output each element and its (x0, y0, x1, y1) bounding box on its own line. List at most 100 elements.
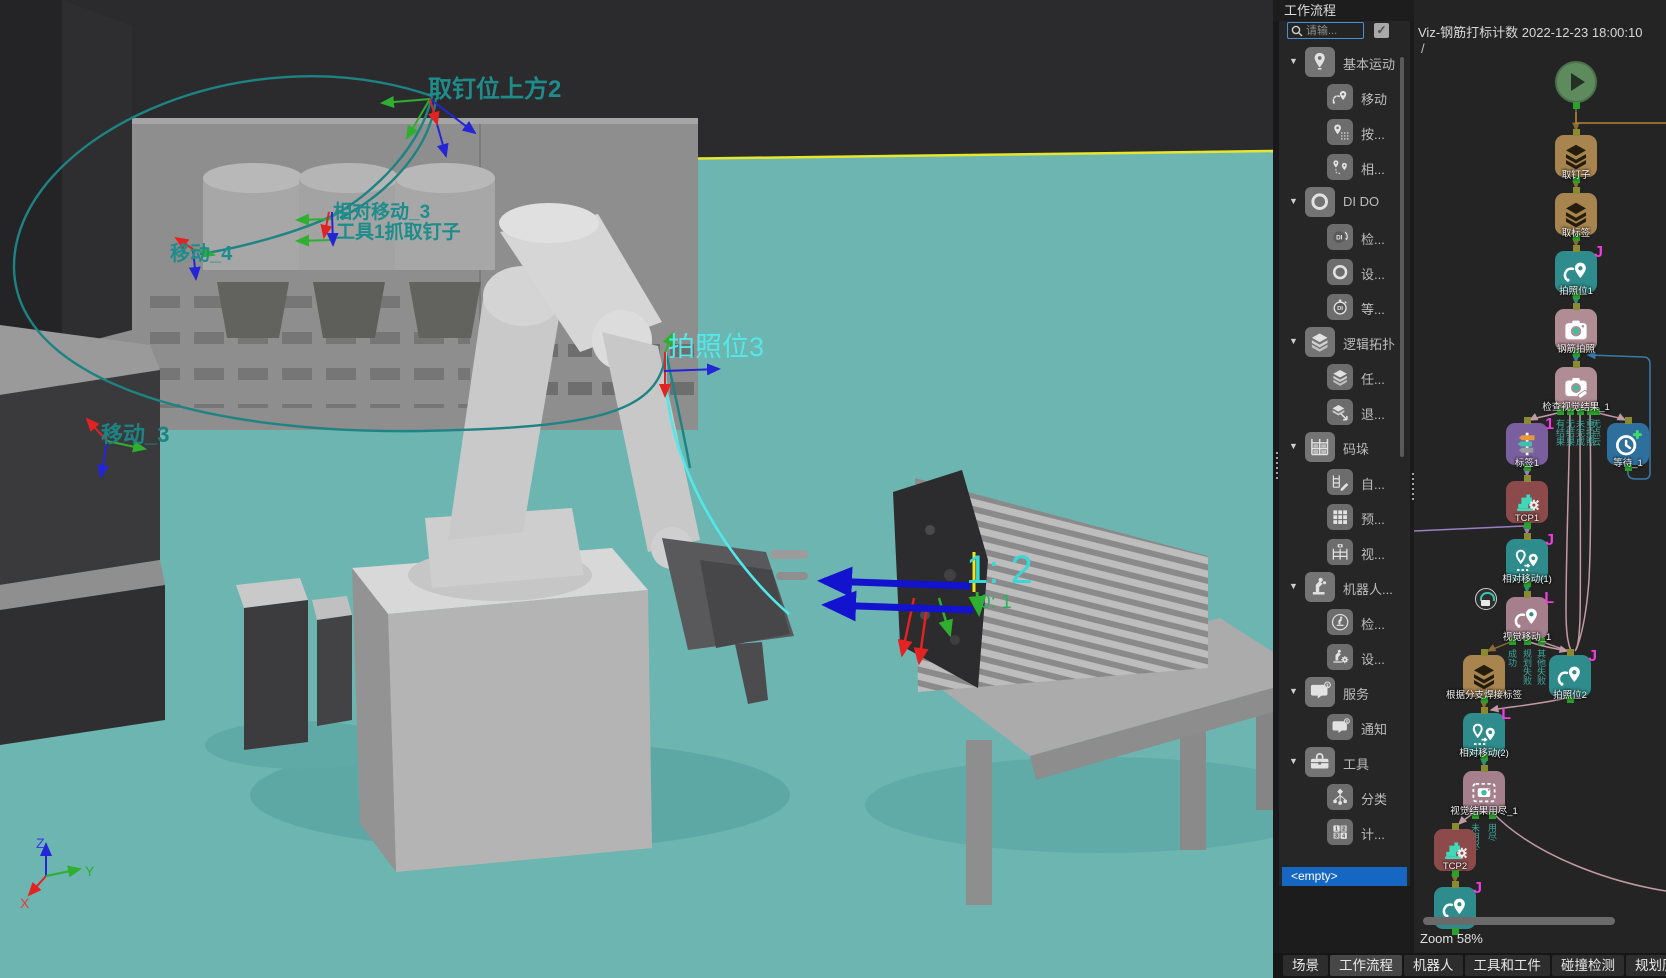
tree-item-group-4[interactable]: ▼ DI DO (1279, 185, 1410, 220)
tree-item-group-11[interactable]: ▼码垛 (1279, 430, 1410, 465)
port-in[interactable] (1524, 591, 1531, 598)
port-label: 有结果 (1555, 419, 1565, 446)
port-in[interactable] (1452, 823, 1459, 830)
svg-text:1: 1 (1335, 826, 1338, 832)
port-label: 规划失败 (1522, 649, 1532, 685)
tree-item-17[interactable]: 设... (1279, 640, 1410, 675)
empty-selection-bar[interactable]: <empty> (1282, 867, 1407, 886)
expand-triangle-icon[interactable]: ▼ (1289, 196, 1298, 206)
tree-item-label: 退... (1361, 404, 1385, 423)
tree-item-label: 机器人... (1343, 579, 1393, 598)
graph-hscrollbar[interactable] (1423, 917, 1615, 925)
axis-y-label: Y (85, 863, 95, 879)
tree-item-13[interactable]: 预... (1279, 500, 1410, 535)
node-label: 拍照位1 (1516, 283, 1636, 297)
tree-item-7[interactable]: DI等... (1279, 290, 1410, 325)
svg-text:DI: DI (1337, 306, 1343, 312)
tab-1[interactable]: 工作流程 (1330, 955, 1402, 976)
tree-item-10[interactable]: 退... (1279, 395, 1410, 430)
tree-item-group-8[interactable]: ▼ 逻辑拓扑 (1279, 325, 1410, 360)
node-label: 取钉子 (1516, 167, 1636, 181)
port-in[interactable] (1524, 533, 1531, 540)
pallet-edit-icon (1327, 469, 1353, 495)
node-label: 取标签 (1516, 225, 1636, 239)
tree-item-label: 自... (1361, 474, 1385, 493)
tree-item-12[interactable]: 自... (1279, 465, 1410, 500)
chat-icon: 1 (1305, 677, 1335, 707)
port-label: 无结果 (1565, 419, 1575, 446)
waypoint-label-photo-3: 拍照位3 (668, 332, 764, 362)
tree-item-label: 检... (1361, 229, 1385, 248)
node-badge: L (1501, 706, 1511, 724)
tree-scrollbar[interactable] (1400, 57, 1404, 457)
tree-item-9[interactable]: 任... (1279, 360, 1410, 395)
node-label: TCP1 (1467, 513, 1587, 524)
expand-triangle-icon[interactable]: ▼ (1289, 56, 1298, 66)
layers-icon (1305, 327, 1335, 357)
ring-icon (1327, 259, 1353, 285)
svg-text:1: 1 (1326, 683, 1329, 689)
pin-pair-icon (1327, 154, 1353, 180)
pallet-grid-icon (1327, 504, 1353, 530)
tree-item-16[interactable]: 检... (1279, 605, 1410, 640)
port-in[interactable] (1452, 881, 1459, 888)
3d-viewport[interactable]: Z Y X 取钉位上方2 相对移动_3 工具1抓取钉子 移动_4 移动_3 拍照… (0, 0, 1273, 978)
tab-0[interactable]: 场景 (1283, 955, 1328, 976)
tree-item-14[interactable]: 视... (1279, 535, 1410, 570)
tree-item-19[interactable]: 1通知 (1279, 710, 1410, 745)
port-in[interactable] (1481, 765, 1488, 772)
port-in[interactable] (1625, 417, 1632, 424)
pin-grid-icon (1327, 119, 1353, 145)
port-in[interactable] (1573, 129, 1580, 136)
tree-item-5[interactable]: DI检... (1279, 220, 1410, 255)
port-in[interactable] (1573, 245, 1580, 252)
tree-item-21[interactable]: 分类 (1279, 780, 1410, 815)
tab-2[interactable]: 机器人 (1404, 955, 1463, 976)
sidebar-footer-space (1279, 886, 1410, 953)
port-in[interactable] (1573, 303, 1580, 310)
node-label: 拍照位2 (1510, 687, 1630, 701)
tree-item-3[interactable]: 相... (1279, 150, 1410, 185)
port-out[interactable] (1573, 102, 1580, 109)
tree-item-label: 相... (1361, 159, 1385, 178)
ring-icon (1305, 187, 1335, 217)
tree-item-group-15[interactable]: ▼ 机器人... (1279, 570, 1410, 605)
port-in[interactable] (1481, 707, 1488, 714)
tree-item-2[interactable]: 按... (1279, 115, 1410, 150)
port-in[interactable] (1573, 187, 1580, 194)
port-in[interactable] (1524, 417, 1531, 424)
tree-item-group-18[interactable]: ▼1服务 (1279, 675, 1410, 710)
expand-triangle-icon[interactable]: ▼ (1289, 581, 1298, 591)
tab-5[interactable]: 规划历史 (1626, 955, 1666, 976)
port-in[interactable] (1567, 649, 1574, 656)
block-tree: ▼基本运动移动按...相...▼DI DODI检...设...DI等...▼逻辑… (1279, 21, 1410, 867)
play-button[interactable] (1555, 61, 1597, 103)
node-badge: 1 (1545, 416, 1554, 434)
tree-item-1[interactable]: 移动 (1279, 80, 1410, 115)
pause-marker-icon[interactable] (1475, 588, 1497, 610)
svg-text:4: 4 (1342, 833, 1345, 839)
node-badge: J (1545, 532, 1554, 550)
expand-triangle-icon[interactable]: ▼ (1289, 336, 1298, 346)
tree-item-label: 按... (1361, 124, 1385, 143)
tab-4[interactable]: 碰撞检测 (1552, 955, 1624, 976)
waypoint-label-tool-grab: 工具1抓取钉子 (336, 220, 461, 243)
tree-item-group-20[interactable]: ▼工具 (1279, 745, 1410, 780)
count-ratio-sub-label: 0: 1 (980, 592, 1012, 613)
port-in[interactable] (1573, 361, 1580, 368)
tree-item-label: 预... (1361, 509, 1385, 528)
expand-triangle-icon[interactable]: ▼ (1289, 686, 1298, 696)
expand-triangle-icon[interactable]: ▼ (1289, 441, 1298, 451)
workflow-graph[interactable]: Viz-钢筋打标计数 2022-12-23 18:00:10 / (1414, 0, 1666, 953)
port-in[interactable] (1481, 649, 1488, 656)
tree-item-label: 分类 (1361, 789, 1387, 808)
bottom-tab-bar: 场景工作流程机器人工具和工件碰撞检测规划历史其他 (1273, 953, 1666, 978)
tree-item-label: 逻辑拓扑 (1343, 334, 1395, 353)
expand-triangle-icon[interactable]: ▼ (1289, 756, 1298, 766)
tree-item-22[interactable]: 1234计... (1279, 815, 1410, 850)
port-in[interactable] (1524, 475, 1531, 482)
tab-3[interactable]: 工具和工件 (1465, 955, 1551, 976)
tree-item-label: DI DO (1343, 194, 1379, 209)
tree-item-group-0[interactable]: ▼基本运动 (1279, 45, 1410, 80)
tree-item-6[interactable]: 设... (1279, 255, 1410, 290)
